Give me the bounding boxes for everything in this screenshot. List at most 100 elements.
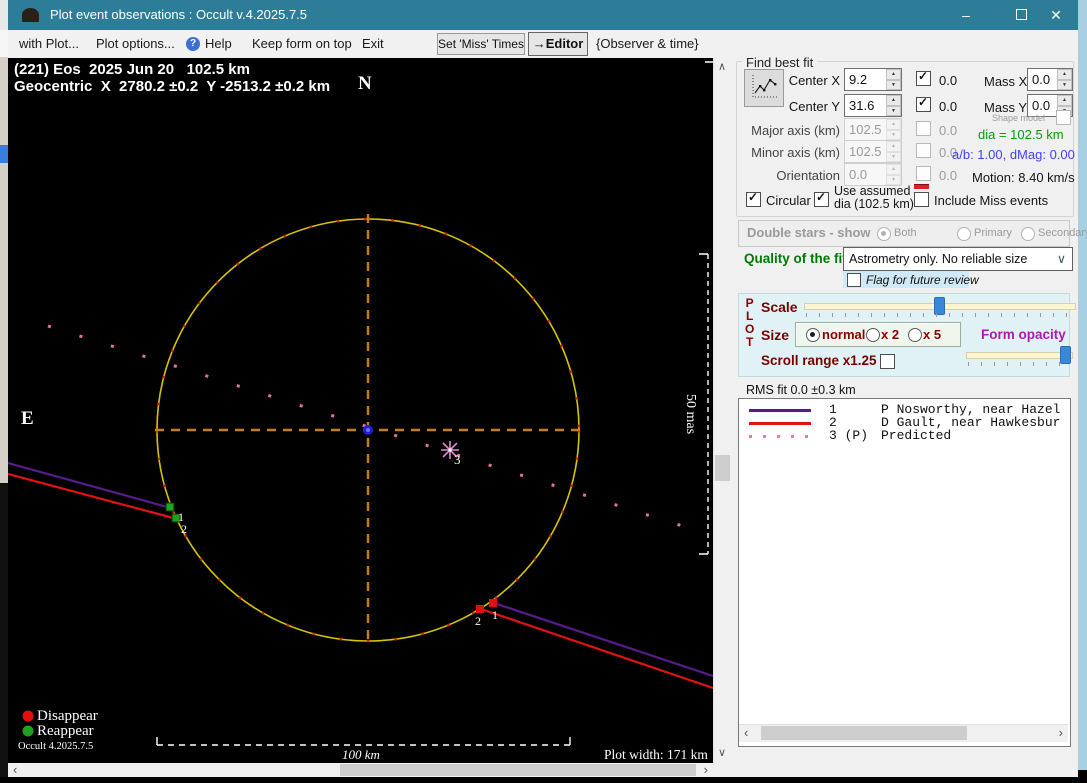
center-y-input[interactable]: 31.6 ▲▼ — [844, 94, 902, 117]
menu-help[interactable]: Help — [205, 30, 232, 58]
minimize-button[interactable]: – — [944, 0, 988, 30]
scroll-right-icon[interactable]: › — [704, 764, 708, 775]
background-app-sliver — [0, 0, 8, 783]
circular-label: Circular — [766, 193, 811, 208]
circular-checkbox[interactable]: ✓ — [746, 192, 761, 207]
double-stars-primary-radio — [957, 227, 971, 241]
dropdown-icon: ∨ — [1057, 251, 1066, 266]
scroll-range-checkbox[interactable] — [880, 354, 895, 369]
double-stars-group: Double stars - show Both Primary Seconda… — [738, 220, 1070, 247]
marker-label-predicted: 3 — [454, 452, 461, 468]
double-stars-secondary-label: Secondary — [1038, 227, 1087, 239]
size-radio-group: normal x 2 x 5 — [795, 322, 961, 347]
orientation-input: 0.0 ▲▼ — [844, 163, 902, 186]
observer-listbox[interactable]: 1 P Nosworthy, near Hazel 2 D Gault, nea… — [738, 398, 1071, 747]
plot-vertical-scrollbar[interactable]: ∧ ∨ — [713, 58, 731, 763]
flag-review-checkbox[interactable] — [847, 273, 861, 287]
scale-label: Scale — [761, 299, 798, 315]
vertical-scroll-thumb[interactable] — [715, 455, 730, 481]
maximize-icon — [1016, 9, 1027, 20]
quality-dropdown[interactable]: Astrometry only. No reliable size ∨ — [843, 247, 1073, 271]
spinner-up-icon[interactable]: ▲ — [886, 69, 901, 80]
find-best-fit-title: Find best fit — [742, 55, 817, 70]
editor-button[interactable]: →Editor — [528, 32, 588, 56]
legend-reappear-dot — [23, 726, 34, 737]
flag-review-highlight: Flag for future review — [843, 271, 969, 288]
spinner-up-icon[interactable]: ▲ — [1057, 95, 1072, 106]
scroll-left-icon[interactable]: ‹ — [744, 727, 748, 738]
center-y-label: Center Y — [780, 99, 840, 114]
window-right-border — [1078, 0, 1087, 770]
checkmark-icon: ✓ — [748, 190, 758, 204]
find-best-fit-button[interactable] — [744, 69, 784, 107]
close-icon: ✕ — [1050, 7, 1062, 23]
center-y-fit-checkbox[interactable]: ✓ — [916, 97, 931, 112]
orientation-label: Orientation — [744, 168, 840, 183]
chord-1-nosworthy — [8, 463, 713, 676]
legend-reappear-label: Reappear — [37, 723, 94, 740]
marker-label-green-2: 2 — [181, 522, 187, 537]
form-opacity-label: Form opacity — [981, 327, 1066, 342]
menu-bar: with Plot... Plot options... ? Help Keep… — [8, 30, 1078, 59]
scroll-down-icon[interactable]: ∨ — [718, 748, 726, 759]
double-stars-title: Double stars - show — [747, 225, 871, 240]
km-scale-label: 100 km — [342, 747, 380, 763]
size-normal-radio[interactable] — [806, 328, 820, 342]
legend-disappear-dot — [23, 711, 34, 722]
mass-x-input[interactable]: 0.0 ▲▼ — [1027, 68, 1073, 91]
title-bar[interactable]: Plot event observations : Occult v.4.202… — [8, 0, 1078, 30]
center-x-input[interactable]: 9.2 ▲▼ — [844, 68, 902, 91]
set-miss-times-button[interactable]: Set 'Miss' Times — [437, 33, 525, 55]
include-miss-checkbox[interactable] — [914, 192, 929, 207]
spinner-up-icon: ▲ — [886, 164, 901, 175]
horizontal-scroll-thumb[interactable] — [340, 764, 696, 776]
minor-axis-input: 102.5 ▲▼ — [844, 140, 902, 163]
orientation-fit-checkbox — [916, 166, 931, 181]
double-stars-primary-label: Primary — [974, 227, 1012, 239]
sliver-fragment — [0, 163, 8, 483]
menu-exit[interactable]: Exit — [362, 30, 384, 58]
plot-width-label: Plot width: 171 km — [604, 747, 708, 763]
marker-label-red-1: 1 — [492, 608, 498, 623]
spinner-down-icon[interactable]: ▼ — [886, 80, 901, 91]
minor-axis-fit-checkbox — [916, 143, 931, 158]
size-normal-label: normal — [822, 327, 865, 342]
spinner-down-icon[interactable]: ▼ — [1057, 80, 1072, 91]
use-assumed-dia-checkbox[interactable]: ✓ — [814, 192, 829, 207]
marker-label-red-2: 2 — [475, 614, 481, 629]
quality-label: Quality of the fit — [744, 251, 847, 266]
plot-horizontal-scrollbar[interactable]: ‹ › — [8, 763, 713, 777]
center-x-err: 0.0 — [939, 73, 957, 88]
spinner-up-icon[interactable]: ▲ — [1057, 69, 1072, 80]
plot-letters: PL OT — [745, 297, 754, 349]
rms-fit-label: RMS fit 0.0 ±0.3 km — [746, 383, 856, 397]
listbox-scroll-thumb[interactable] — [761, 726, 967, 740]
menu-with-plot[interactable]: with Plot... — [19, 30, 79, 58]
reappear-marker-1[interactable] — [166, 503, 174, 511]
disappear-marker-1[interactable] — [489, 599, 497, 607]
listbox-horizontal-scrollbar[interactable]: ‹ › — [739, 724, 1068, 742]
size-x5-radio[interactable] — [908, 328, 922, 342]
menu-plot-options[interactable]: Plot options... — [96, 30, 175, 58]
scroll-left-icon[interactable]: ‹ — [13, 764, 17, 775]
center-x-fit-checkbox[interactable]: ✓ — [916, 71, 931, 86]
plot-header-line2: Geocentric X 2780.2 ±0.2 Y -2513.2 ±0.2 … — [14, 78, 330, 95]
disappear-marker-2[interactable] — [476, 605, 484, 613]
sliver-fragment — [0, 57, 8, 145]
chord-2-swatch — [749, 422, 811, 425]
double-stars-both-radio — [877, 227, 891, 241]
spinner-down-icon[interactable]: ▼ — [886, 106, 901, 117]
window-title: Plot event observations : Occult v.4.202… — [50, 0, 307, 30]
close-button[interactable]: ✕ — [1034, 0, 1078, 30]
spinner-up-icon[interactable]: ▲ — [886, 95, 901, 106]
observer-num: 3 (P) — [829, 428, 868, 443]
plot-canvas[interactable]: (221) Eos 2025 Jun 20 102.5 km Geocentri… — [8, 58, 713, 763]
size-x2-radio[interactable] — [866, 328, 880, 342]
spinner-down-icon: ▼ — [886, 152, 901, 163]
menu-keep-form-on-top[interactable]: Keep form on top — [252, 30, 352, 58]
scroll-up-icon[interactable]: ∧ — [718, 62, 726, 73]
opacity-slider-track[interactable] — [966, 352, 1073, 359]
mas-scale-ticks — [699, 62, 713, 554]
sliver-selected-item — [0, 145, 8, 163]
scroll-right-icon[interactable]: › — [1059, 727, 1063, 738]
